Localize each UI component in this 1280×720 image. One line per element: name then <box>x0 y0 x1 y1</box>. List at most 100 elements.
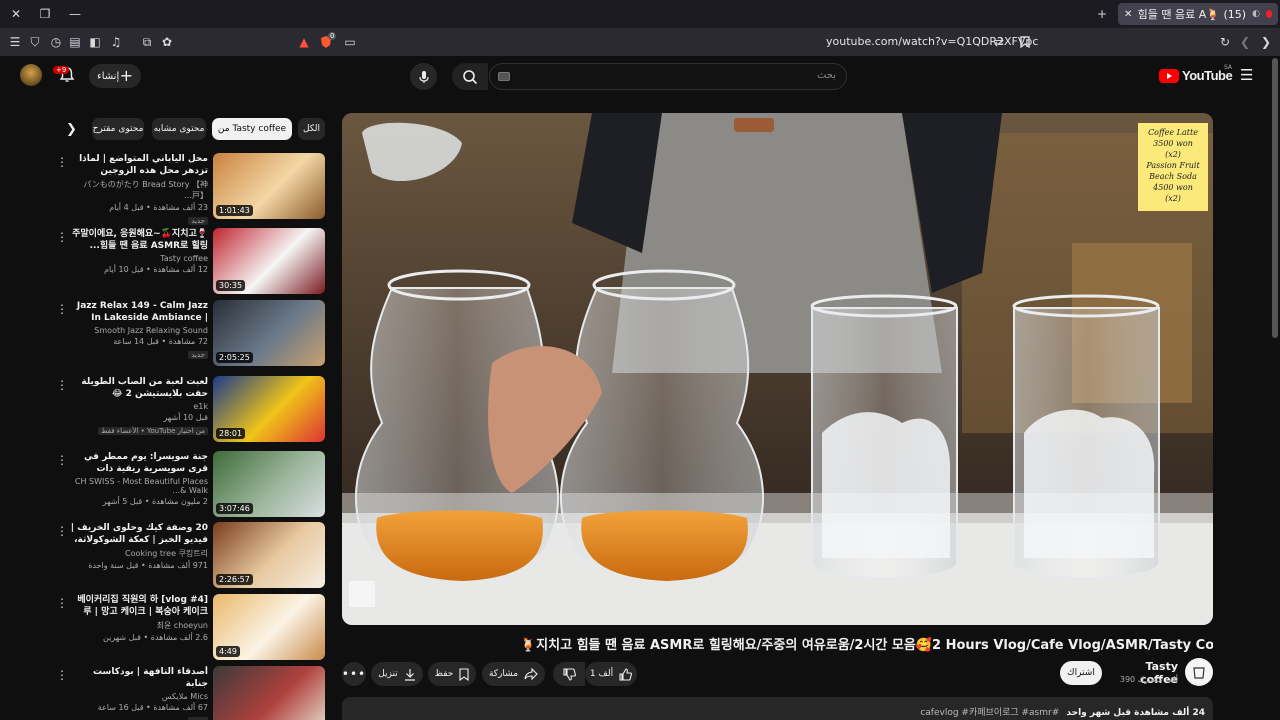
extensions-icon[interactable]: ✿ <box>159 34 175 50</box>
tab-close-icon[interactable]: ✕ <box>1124 9 1132 20</box>
more-vertical-icon[interactable]: ⋮ <box>56 668 68 682</box>
search-button[interactable] <box>452 63 488 90</box>
window-restore-icon[interactable]: ❐ <box>37 6 53 22</box>
recommendation-item[interactable]: ⋮ لعبت لعبة من الصاب الطويلة حقت بلايستيش… <box>56 376 328 446</box>
recommendation-title[interactable]: 20 وصفة كيك وحلوى الخريف | فيديو الخبز |… <box>70 522 208 546</box>
video-player[interactable]: Coffee Latte 3500 won (x2) Passion Fruit… <box>342 113 1213 625</box>
menu-icon[interactable]: ☰ <box>7 34 23 50</box>
like-button[interactable]: 1 ألف <box>585 662 637 686</box>
recommendation-title[interactable]: محل الياباني المتواضع | لماذا تزدهر محل … <box>70 153 208 177</box>
recommendation-item[interactable]: ⋮ 🍷주말이에요, 응원해요~🍒지치고 힘들 땐 음료 ASMR로 힐링... Ta… <box>56 228 328 298</box>
chips-scroll-arrow-icon[interactable]: ❯ <box>66 122 77 137</box>
more-vertical-icon[interactable]: ⋮ <box>56 230 68 244</box>
window-close-icon[interactable]: ✕ <box>8 6 24 22</box>
sidebar-icon[interactable]: ◧ <box>87 34 103 50</box>
search-input[interactable]: بحث <box>489 63 847 90</box>
recommendation-thumbnail[interactable] <box>213 666 325 720</box>
more-vertical-icon[interactable]: ⋮ <box>56 596 68 610</box>
recommendation-title[interactable]: أصدقاء التافهة | بودكاست جنابة <box>70 666 208 690</box>
chip-all[interactable]: الكل <box>298 118 325 140</box>
description-tags[interactable]: #cafevlog #카페브이로그 #asmr <box>920 708 1059 718</box>
chip-label: محتوى مشابه <box>153 124 205 134</box>
bookmark-icon[interactable] <box>1017 34 1033 50</box>
recommendation-thumbnail[interactable]: 2:05:25 <box>213 300 325 366</box>
recommendation-title[interactable]: Jazz Relax 149 - Calm Jazz In Lakeside A… <box>70 300 208 324</box>
recommendation-badge: جديد <box>188 217 208 225</box>
recommendation-thumbnail[interactable]: 4:49 <box>213 594 325 660</box>
new-tab-icon[interactable]: + <box>1094 6 1110 22</box>
recommendation-item[interactable]: ⋮ محل الياباني المتواضع | لماذا تزدهر محل… <box>56 153 328 225</box>
notification-count-badge: +9 <box>53 66 70 74</box>
recommendation-item[interactable]: ⋮ جنة سويسرا: يوم ممطر في قرى سويسرية ريف… <box>56 451 328 521</box>
back-icon[interactable]: ❮ <box>1237 34 1253 50</box>
shield-icon[interactable]: ⛉ <box>27 34 43 50</box>
recommendation-title[interactable]: جنة سويسرا: يوم ممطر في قرى سويسرية ريفي… <box>70 451 208 475</box>
chip-recommended[interactable]: محتوى مقترح <box>92 118 144 140</box>
more-vertical-icon[interactable]: ⋮ <box>56 155 68 169</box>
recommendation-channel[interactable]: Cooking tree 쿠킹트리 <box>70 548 208 559</box>
recommendation-title[interactable]: لعبت لعبة من الصاب الطويلة حقت بلايستيشن… <box>70 376 208 400</box>
download-button[interactable]: تنزيل <box>371 662 423 686</box>
guide-menu-icon[interactable]: ☰ <box>1240 68 1253 83</box>
subscriber-count: 390 ألف مشترك <box>1119 675 1178 684</box>
tab-audio-icon[interactable]: ◐ <box>1252 9 1260 19</box>
recommendation-title[interactable]: 🍷주말이에요, 응원해요~🍒지치고 힘들 땐 음료 ASMR로 힐링... <box>70 228 208 252</box>
chip-from-channel[interactable]: من Tasty coffee <box>212 118 292 140</box>
recommendation-channel[interactable]: パンものがたり Bread Story 【神戸】... <box>70 179 208 201</box>
subscribe-button[interactable]: اشتراك <box>1060 661 1102 685</box>
channel-avatar[interactable] <box>1185 658 1213 686</box>
screenshot-icon[interactable]: ⧉ <box>139 34 155 50</box>
recommendation-item[interactable]: ⋮ [vlog #4] 베이커리집 직원의 하루 | 망고 케이크 | 복숭아 케… <box>56 594 328 664</box>
reload-icon[interactable]: ↻ <box>1217 34 1233 50</box>
create-button[interactable]: إنشاء + <box>89 64 141 88</box>
description-box[interactable]: 24 ألف مشاهدة قبل شهر واحد #cafevlog #카페… <box>342 697 1213 720</box>
more-horizontal-icon: ••• <box>341 667 367 681</box>
recommendation-channel[interactable]: 최윤 choeyun <box>70 620 208 631</box>
forward-icon[interactable]: ❯ <box>1258 34 1274 50</box>
recommendation-badge: من اختيار YouTube • الأعضاء فقط <box>98 427 208 435</box>
recommendation-thumbnail[interactable]: 2:26:57 <box>213 522 325 588</box>
youtube-logo[interactable]: YouTube <box>1159 68 1233 83</box>
recommendation-channel[interactable]: e1k <box>70 402 208 411</box>
keyboard-icon[interactable] <box>498 72 510 81</box>
voice-search-button[interactable] <box>410 63 437 90</box>
more-vertical-icon[interactable]: ⋮ <box>56 524 68 538</box>
recommendation-thumbnail[interactable]: 1:01:43 <box>213 153 325 219</box>
more-vertical-icon[interactable]: ⋮ <box>56 302 68 316</box>
recommendation-thumbnail[interactable]: 30:35 <box>213 228 325 294</box>
recommendation-thumbnail[interactable]: 28:01 <box>213 376 325 442</box>
brave-rewards-icon[interactable]: ▲ <box>296 34 312 50</box>
recommendation-item[interactable]: ⋮ أصدقاء التافهة | بودكاست جنابة Mics ملاي… <box>56 666 328 720</box>
more-vertical-icon[interactable]: ⋮ <box>56 378 68 392</box>
recommendation-title[interactable]: [vlog #4] 베이커리집 직원의 하루 | 망고 케이크 | 복숭아 케이… <box>70 594 208 618</box>
music-icon[interactable]: ♫ <box>108 34 124 50</box>
recommendation-channel[interactable]: Mics ملايكس <box>70 692 208 701</box>
avatar[interactable] <box>20 64 42 86</box>
dislike-button[interactable] <box>553 662 585 686</box>
recommendation-channel[interactable]: Smooth Jazz Relaxing Sound <box>70 326 208 335</box>
window-minimize-icon[interactable]: — <box>67 6 83 22</box>
active-tab[interactable]: ◐ (15) 🍹지치고 힘들 땐 음료 A ✕ <box>1118 3 1278 25</box>
reader-mode-icon[interactable]: ▭ <box>342 34 358 50</box>
recommendation-channel[interactable]: Tasty coffee <box>70 254 208 263</box>
note-line: 3500 won <box>1153 139 1193 148</box>
share-button[interactable]: مشاركة <box>482 662 545 686</box>
recommendation-item[interactable]: ⋮ Jazz Relax 149 - Calm Jazz In Lakeside … <box>56 300 328 370</box>
share-icon <box>524 668 538 680</box>
chip-related[interactable]: محتوى مشابه <box>152 118 206 140</box>
recommendation-channel[interactable]: CH SWISS - Most Beautiful Places & Walk.… <box>70 477 208 495</box>
download-label: تنزيل <box>378 669 398 679</box>
shield-count-badge: 0 <box>328 32 337 40</box>
more-vertical-icon[interactable]: ⋮ <box>56 453 68 467</box>
more-actions-button[interactable]: ••• <box>342 662 366 686</box>
recommendation-item[interactable]: ⋮ 20 وصفة كيك وحلوى الخريف | فيديو الخبز … <box>56 522 328 592</box>
history-icon[interactable]: ◷ <box>48 34 64 50</box>
page-scrollbar[interactable] <box>1272 58 1278 338</box>
tabs-icon[interactable]: ▤ <box>67 34 83 50</box>
translate-icon[interactable]: ⇄ <box>991 34 1007 50</box>
save-button[interactable]: حفظ <box>428 662 476 686</box>
save-label: حفظ <box>434 669 454 679</box>
tab-title: (15) 🍹지치고 힘들 땐 음료 A <box>1138 8 1247 21</box>
search-placeholder: بحث <box>816 70 836 81</box>
recommendation-thumbnail[interactable]: 3:07:46 <box>213 451 325 517</box>
